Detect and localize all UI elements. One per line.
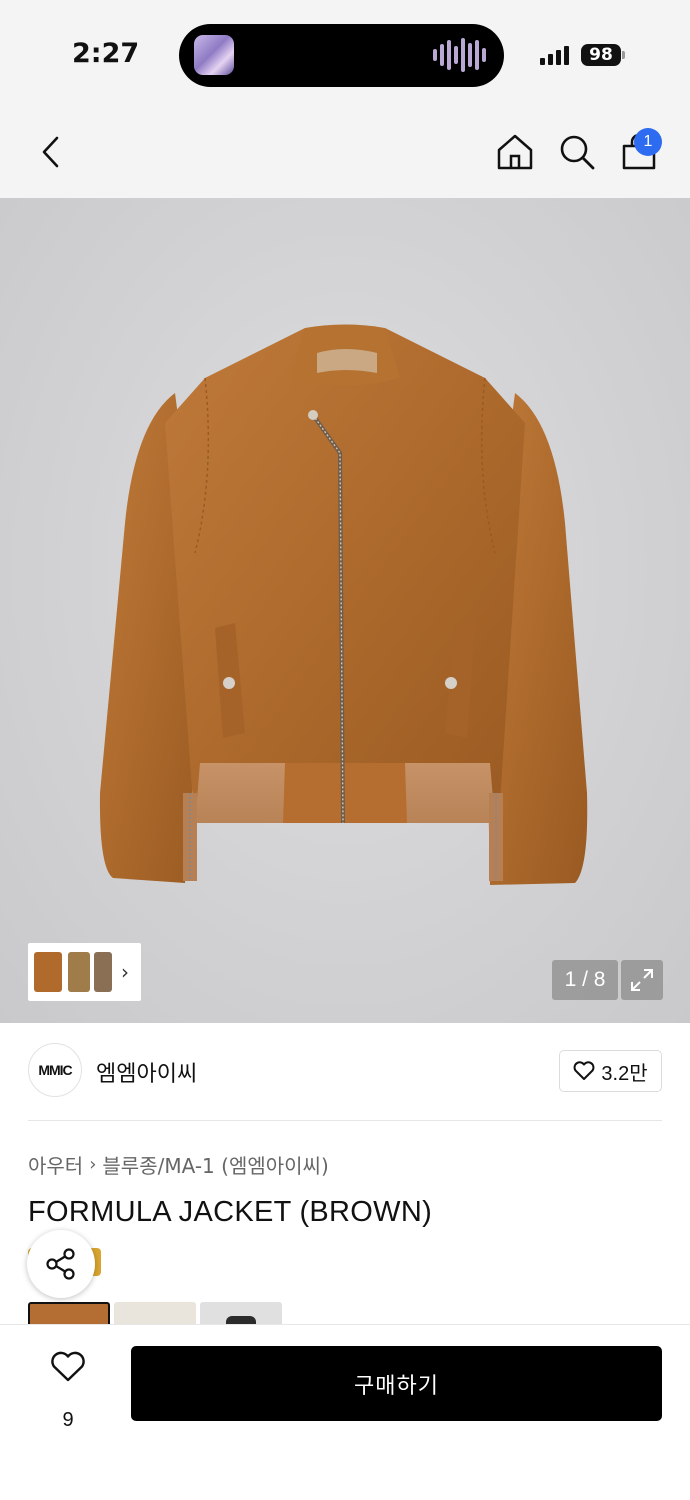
home-button[interactable] bbox=[494, 105, 536, 198]
chevron-right-icon: › bbox=[89, 1154, 97, 1175]
product-image-jacket bbox=[99, 324, 588, 885]
heart-icon bbox=[573, 1061, 595, 1080]
breadcrumb-subcategory[interactable]: 블루종/MA-1 (엠엠아이씨) bbox=[102, 1150, 328, 1179]
status-time: 2:27 bbox=[72, 38, 140, 69]
home-icon bbox=[497, 134, 533, 169]
color-option-beige[interactable] bbox=[114, 1302, 196, 1326]
now-playing-artwork bbox=[194, 35, 234, 75]
heart-icon bbox=[51, 1351, 85, 1382]
cellular-signal-icon bbox=[540, 46, 569, 65]
purchase-bar: 9 구매하기 bbox=[0, 1324, 690, 1500]
thumbnail-side bbox=[68, 952, 90, 992]
buy-button[interactable]: 구매하기 bbox=[131, 1346, 662, 1421]
breadcrumb-category[interactable]: 아우터 bbox=[28, 1150, 83, 1179]
cart-count-badge: 1 bbox=[634, 128, 662, 156]
wishlist-button[interactable]: 9 bbox=[28, 1345, 108, 1431]
product-title: FORMULA JACKET (BROWN) bbox=[28, 1196, 433, 1228]
color-options bbox=[28, 1302, 282, 1326]
status-bar: 2:27 98 bbox=[0, 0, 690, 105]
brand-row: MMIC 엠엠아이씨 3.2만 bbox=[28, 1043, 662, 1101]
back-icon bbox=[42, 136, 59, 167]
thumbnail-front bbox=[34, 952, 62, 992]
wishlist-count: 9 bbox=[62, 1409, 74, 1431]
product-header bbox=[0, 105, 690, 198]
divider bbox=[28, 1120, 662, 1121]
search-button[interactable] bbox=[556, 105, 598, 198]
brand-like-button[interactable]: 3.2만 bbox=[559, 1050, 662, 1092]
product-image-carousel[interactable]: › 1 / 8 bbox=[0, 198, 690, 1023]
share-button[interactable] bbox=[27, 1230, 95, 1298]
expand-icon bbox=[631, 969, 653, 991]
brand-name[interactable]: 엠엠아이씨 bbox=[96, 1056, 197, 1088]
back-button[interactable] bbox=[30, 105, 70, 198]
battery-icon: 98 bbox=[581, 44, 621, 66]
brand-like-count: 3.2만 bbox=[601, 1062, 648, 1085]
search-icon bbox=[560, 135, 595, 169]
breadcrumb: 아우터 › 블루종/MA-1 (엠엠아이씨) bbox=[28, 1150, 329, 1179]
audio-waveform-icon bbox=[433, 38, 486, 72]
brand-logo[interactable]: MMIC bbox=[28, 1043, 82, 1097]
share-icon bbox=[46, 1248, 75, 1280]
dynamic-island bbox=[179, 24, 504, 87]
image-thumbnail-strip[interactable]: › bbox=[28, 943, 141, 1001]
image-counter: 1 / 8 bbox=[552, 960, 618, 1000]
chevron-right-icon: › bbox=[121, 960, 129, 984]
fullscreen-button[interactable] bbox=[621, 960, 663, 1000]
color-option-brown[interactable] bbox=[28, 1302, 110, 1326]
battery-tip bbox=[622, 51, 625, 59]
color-option-black[interactable] bbox=[200, 1302, 282, 1326]
thumbnail-model bbox=[94, 952, 112, 992]
